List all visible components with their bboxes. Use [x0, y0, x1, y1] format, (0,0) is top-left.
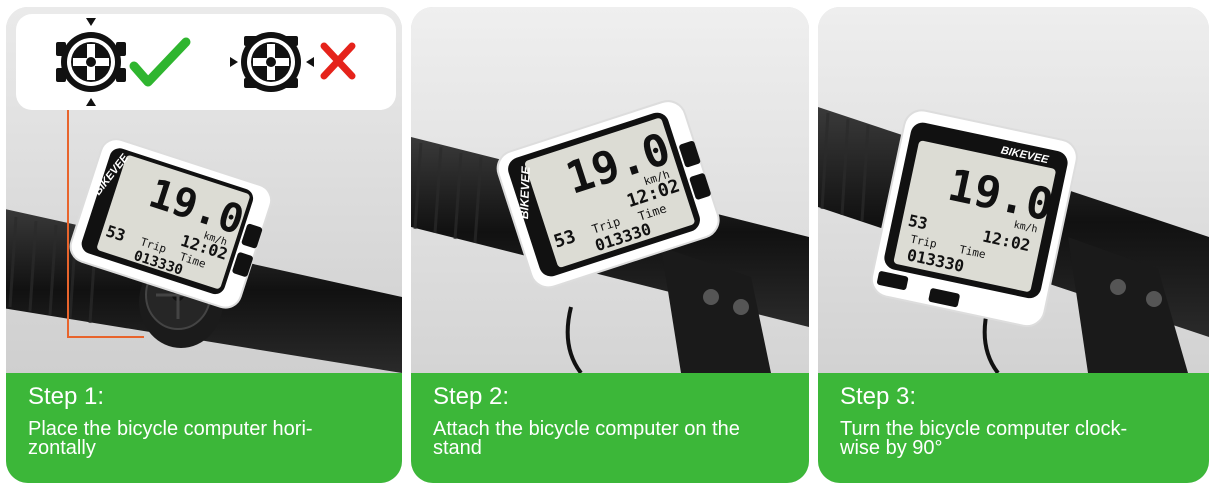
step-1-panel: 19.0 km/h 12:02 53 Trip Time 013330 BIKE… [6, 7, 402, 483]
step-3-title: Step 3: [840, 383, 917, 410]
step-3-caption: Step 3: Turn the bicycle computer clock-… [818, 373, 1209, 483]
temperature-readout: 53 [907, 211, 930, 234]
mount-wrong-icon [230, 32, 314, 92]
step-2-caption: Step 2: Attach the bicycle computer on t… [411, 373, 809, 483]
step-2-panel: 19.0 km/h 12:02 53 Trip Time 013330 BIKE… [411, 7, 809, 483]
step-1-caption: Step 1: Place the bicycle computer hori-… [6, 373, 402, 483]
check-icon [129, 37, 191, 87]
step-1-description: Place the bicycle computer hori- zontall… [28, 418, 313, 459]
step-2-title: Step 2: [433, 383, 510, 410]
step-3-description: Turn the bicycle computer clock- wise by… [840, 418, 1128, 459]
step-2-photo: 19.0 km/h 12:02 53 Trip Time 013330 BIKE… [411, 7, 809, 373]
mount-orientation-guide [16, 14, 396, 110]
cross-icon [320, 42, 356, 80]
step-1-title: Step 1: [28, 383, 105, 410]
brand-logo: BIKEVEE [517, 165, 533, 219]
mount-correct-icon [56, 18, 126, 106]
step-3-photo: BIKEVEE 19.0 km/h 53 12:02 Trip Time 013… [818, 7, 1209, 373]
step-2-description: Attach the bicycle computer on the stand [433, 418, 740, 459]
step-3-panel: BIKEVEE 19.0 km/h 53 12:02 Trip Time 013… [818, 7, 1209, 483]
